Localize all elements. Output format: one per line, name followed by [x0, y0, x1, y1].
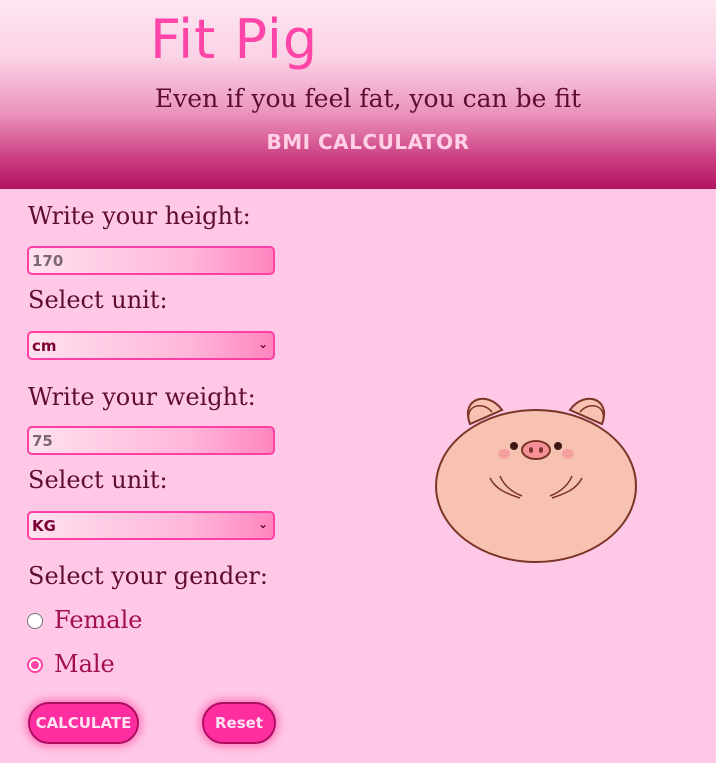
height-unit-value: cm — [32, 337, 57, 355]
page-header: Fit Pig Even if you feel fat, you can be… — [0, 0, 716, 189]
app-subtitle: Even if you feel fat, you can be fit — [154, 84, 582, 113]
app-title: Fit Pig — [150, 8, 319, 71]
height-input[interactable]: 170 — [27, 246, 275, 275]
weight-label: Write your weight: — [28, 383, 256, 411]
chevron-down-icon: ⌄ — [257, 337, 268, 351]
calculate-button[interactable]: CALCULATE — [28, 702, 139, 744]
weight-unit-value: KG — [32, 517, 56, 535]
pig-icon — [435, 397, 637, 563]
height-unit-label: Select unit: — [28, 286, 168, 314]
female-radio[interactable] — [27, 613, 43, 629]
weight-input[interactable]: 75 — [27, 426, 275, 455]
chevron-down-icon: ⌄ — [257, 517, 268, 531]
female-label: Female — [54, 606, 143, 634]
weight-unit-label: Select unit: — [28, 466, 168, 494]
height-unit-select[interactable]: cm ⌄ — [27, 331, 275, 360]
male-label: Male — [54, 650, 115, 678]
weight-unit-select[interactable]: KG ⌄ — [27, 511, 275, 540]
section-title: BMI CALCULATOR — [266, 130, 470, 154]
height-label: Write your height: — [28, 202, 251, 230]
reset-button[interactable]: Reset — [202, 702, 276, 744]
gender-label: Select your gender: — [28, 562, 268, 590]
male-radio[interactable] — [27, 657, 43, 673]
